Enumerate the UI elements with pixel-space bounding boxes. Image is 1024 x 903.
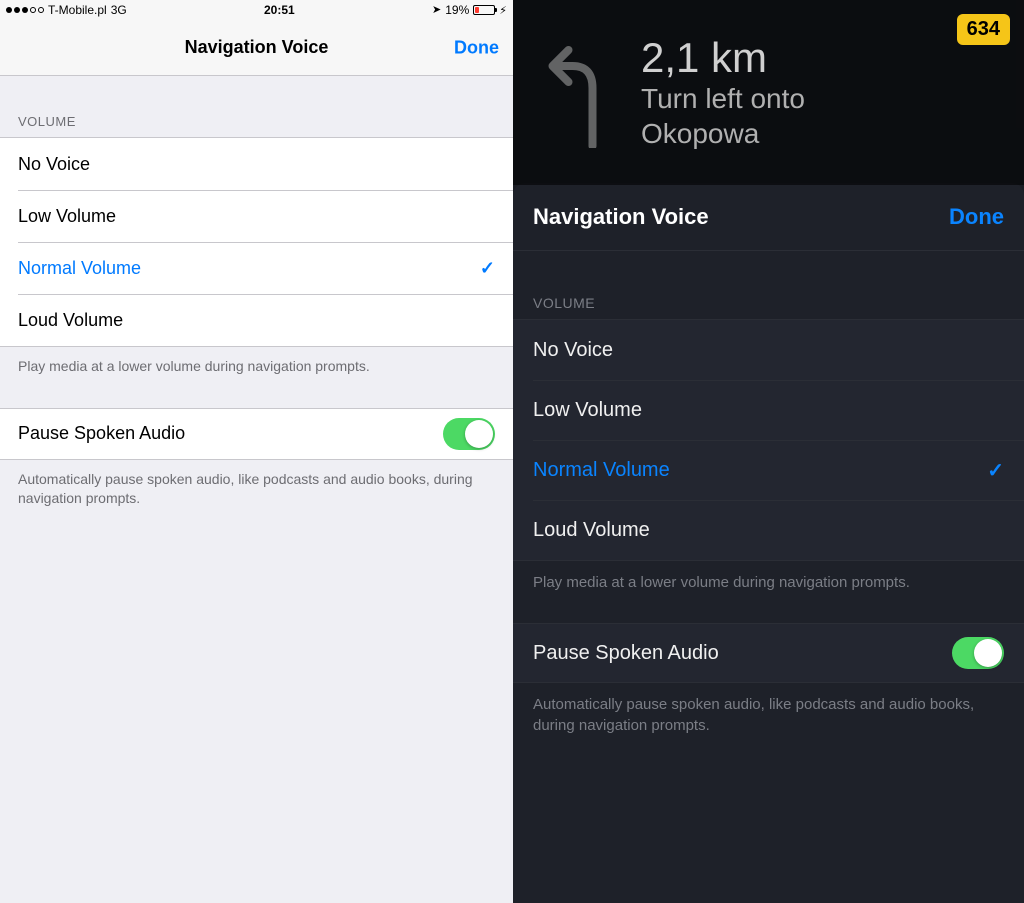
pause-label: Pause Spoken Audio — [533, 642, 719, 665]
volume-option-low[interactable]: Low Volume — [0, 190, 513, 242]
status-right: ➤ 19% ⚡︎ — [432, 3, 507, 17]
battery-percent: 19% — [445, 3, 469, 17]
battery-icon — [473, 5, 495, 15]
volume-list: No Voice Low Volume Normal Volume ✓ Loud… — [513, 319, 1024, 561]
volume-option-normal[interactable]: Normal Volume ✓ — [513, 440, 1024, 500]
checkmark-icon: ✓ — [480, 258, 495, 279]
option-label: No Voice — [533, 339, 613, 362]
turn-distance: 2,1 km — [641, 36, 805, 80]
volume-footer: Play media at a lower volume during navi… — [513, 561, 1024, 593]
light-pane: T-Mobile.pl 3G 20:51 ➤ 19% ⚡︎ Navigation… — [0, 0, 513, 903]
nav-title: Navigation Voice — [185, 37, 329, 58]
location-icon: ➤ — [432, 3, 441, 16]
section-header-volume: VOLUME — [0, 76, 513, 137]
volume-option-no-voice[interactable]: No Voice — [513, 320, 1024, 380]
turn-text: 2,1 km Turn left onto Okopowa — [641, 36, 805, 150]
signal-dots-icon — [6, 7, 44, 13]
option-label: Loud Volume — [533, 519, 650, 542]
done-button[interactable]: Done — [949, 204, 1004, 230]
option-label: Loud Volume — [18, 310, 123, 331]
option-label: No Voice — [18, 154, 90, 175]
option-label: Normal Volume — [533, 459, 670, 482]
pause-switch[interactable] — [443, 418, 495, 450]
status-left: T-Mobile.pl 3G — [6, 3, 127, 17]
status-bar: T-Mobile.pl 3G 20:51 ➤ 19% ⚡︎ — [0, 0, 513, 20]
carrier-label: T-Mobile.pl — [48, 3, 107, 17]
volume-option-loud[interactable]: Loud Volume — [513, 500, 1024, 560]
pause-spoken-audio-row[interactable]: Pause Spoken Audio — [0, 408, 513, 460]
checkmark-icon: ✓ — [987, 458, 1004, 483]
nav-bar: Navigation Voice Done — [0, 20, 513, 76]
navigation-banner: 2,1 km Turn left onto Okopowa 634 — [513, 0, 1024, 185]
status-time: 20:51 — [264, 3, 295, 17]
volume-footer: Play media at a lower volume during navi… — [0, 347, 513, 376]
pause-footer: Automatically pause spoken audio, like p… — [0, 460, 513, 508]
volume-option-low[interactable]: Low Volume — [513, 380, 1024, 440]
settings-sheet: Navigation Voice Done VOLUME No Voice Lo… — [513, 183, 1024, 903]
volume-list: No Voice Low Volume Normal Volume ✓ Loud… — [0, 137, 513, 347]
network-label: 3G — [111, 3, 127, 17]
done-button[interactable]: Done — [454, 37, 499, 58]
turn-instruction-line1: Turn left onto — [641, 84, 805, 115]
pause-footer: Automatically pause spoken audio, like p… — [513, 683, 1024, 736]
sheet-header: Navigation Voice Done — [513, 183, 1024, 251]
dark-pane: 2,1 km Turn left onto Okopowa 634 Naviga… — [513, 0, 1024, 903]
sheet-title: Navigation Voice — [533, 204, 709, 230]
turn-left-icon — [538, 38, 623, 148]
pause-label: Pause Spoken Audio — [18, 423, 185, 444]
charging-icon: ⚡︎ — [499, 4, 507, 17]
option-label: Low Volume — [18, 206, 116, 227]
pause-spoken-audio-row[interactable]: Pause Spoken Audio — [513, 623, 1024, 683]
volume-option-normal[interactable]: Normal Volume ✓ — [0, 242, 513, 294]
pause-switch[interactable] — [952, 637, 1004, 669]
route-badge: 634 — [957, 14, 1010, 45]
volume-option-loud[interactable]: Loud Volume — [0, 294, 513, 346]
turn-instruction-line2: Okopowa — [641, 119, 805, 150]
option-label: Low Volume — [533, 399, 642, 422]
section-header-volume: VOLUME — [513, 251, 1024, 319]
option-label: Normal Volume — [18, 258, 141, 279]
volume-option-no-voice[interactable]: No Voice — [0, 138, 513, 190]
